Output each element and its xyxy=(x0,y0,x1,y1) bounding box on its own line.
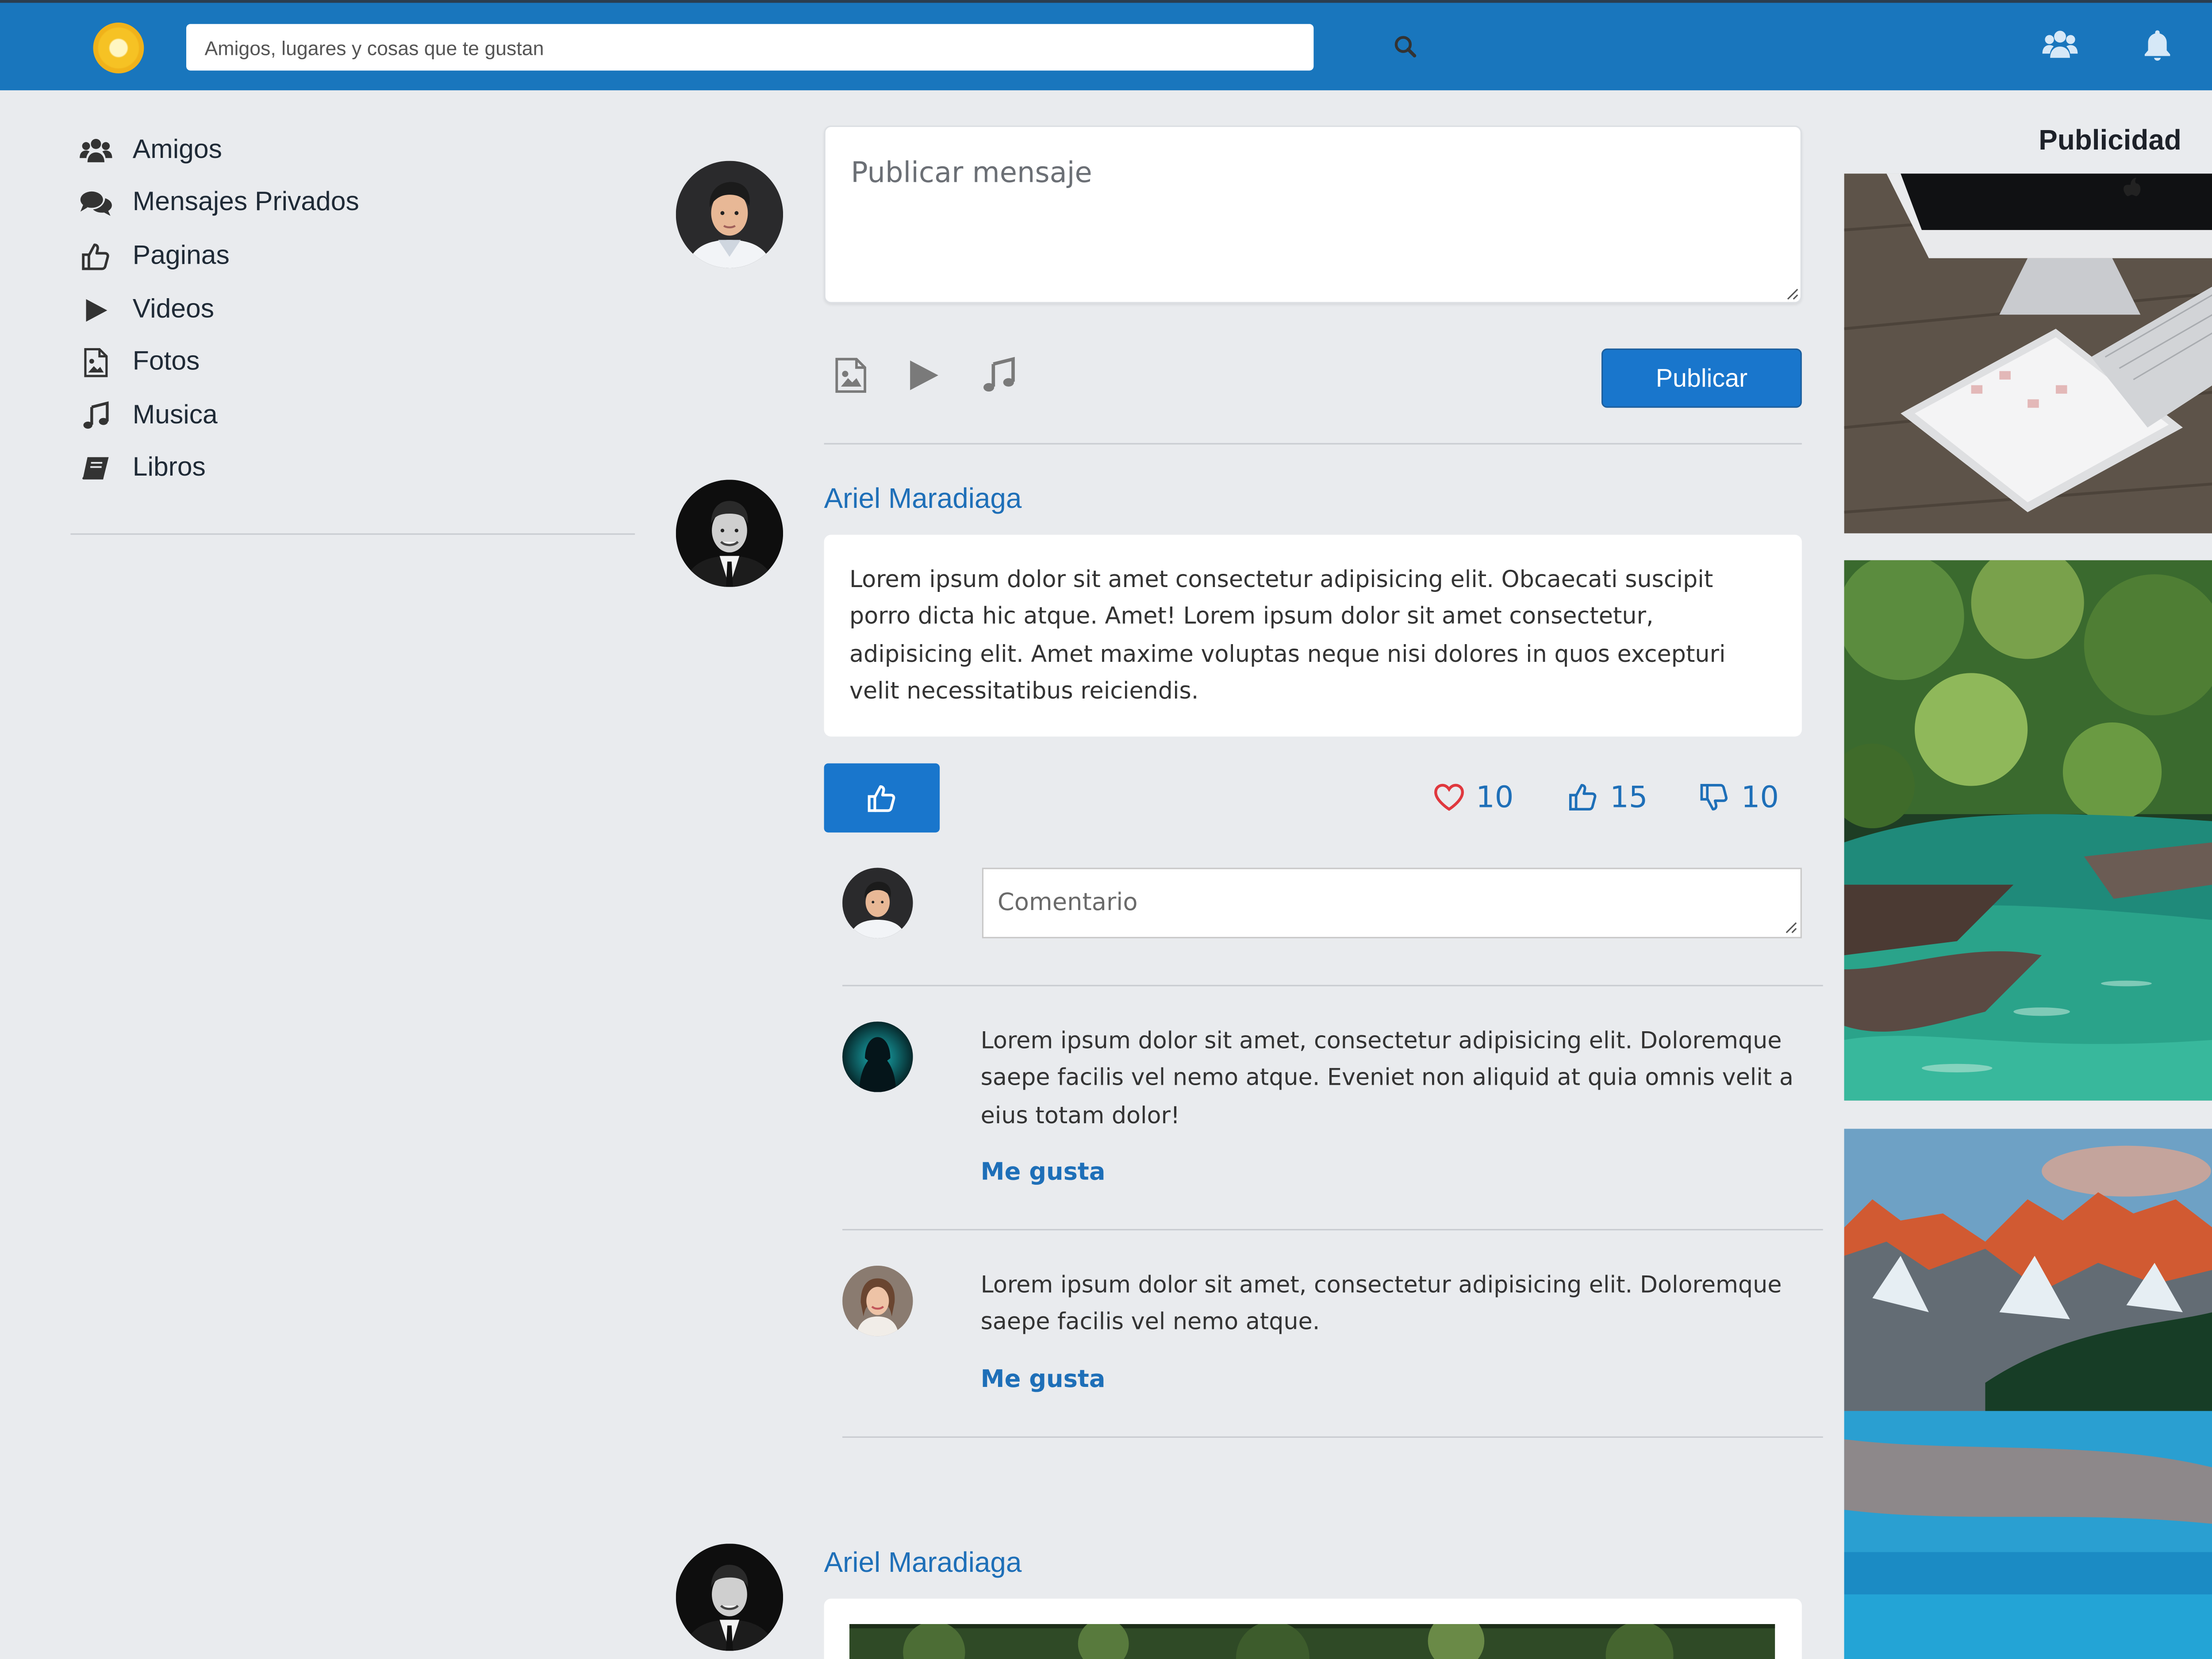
like-count[interactable]: 15 xyxy=(1567,780,1647,814)
sidebar-item-label: Amigos xyxy=(132,135,222,165)
search-icon[interactable] xyxy=(1393,34,1418,59)
comment-divider xyxy=(842,985,1823,987)
ads-title: Publicidad xyxy=(2039,125,2181,157)
comments-icon xyxy=(79,190,113,218)
ad-image-river[interactable] xyxy=(1844,560,2212,1101)
sidebar-item-label: Paginas xyxy=(132,241,230,271)
bell-icon[interactable] xyxy=(2142,28,2173,62)
logo[interactable] xyxy=(93,23,144,73)
comment-input[interactable] xyxy=(982,868,1802,938)
add-video-icon[interactable] xyxy=(904,356,944,395)
comment-author-avatar[interactable] xyxy=(842,1022,913,1092)
add-photo-icon[interactable] xyxy=(831,356,871,395)
ad-image-mountain-lake[interactable] xyxy=(1844,1129,2212,1659)
post-composer-input[interactable] xyxy=(824,125,1802,303)
comment-divider xyxy=(842,1436,1823,1438)
post-content xyxy=(824,1598,1802,1659)
sidebar-divider xyxy=(70,533,635,535)
sidebar-item-label: Mensajes Privados xyxy=(132,188,359,218)
sidebar-item-musica[interactable]: Musica xyxy=(70,389,635,442)
like-post-button[interactable] xyxy=(824,763,940,833)
friends-icon[interactable] xyxy=(2042,28,2078,62)
post-content: Lorem ipsum dolor sit amet consectetur a… xyxy=(824,534,1802,737)
add-music-icon[interactable] xyxy=(979,356,1018,395)
sidebar-item-libros[interactable]: Libros xyxy=(70,442,635,495)
comment-divider xyxy=(842,1229,1823,1231)
like-count-value: 15 xyxy=(1610,780,1648,814)
thumbs-down-icon xyxy=(1700,784,1728,810)
post-author-avatar[interactable] xyxy=(676,480,783,587)
thumbs-up-icon xyxy=(1569,784,1597,810)
sidebar-item-videos[interactable]: Videos xyxy=(70,283,635,336)
sidebar-item-label: Videos xyxy=(132,294,215,324)
sidebar-item-label: Fotos xyxy=(132,347,200,377)
comment-author-avatar[interactable] xyxy=(842,1265,913,1336)
post-author-avatar[interactable] xyxy=(676,1544,783,1651)
composer-divider xyxy=(824,443,1802,445)
sidebar-item-mensajes-privados[interactable]: Mensajes Privados xyxy=(70,177,635,230)
comment-like-link[interactable]: Me gusta xyxy=(981,1158,1106,1187)
resize-handle-icon[interactable] xyxy=(1783,920,1797,934)
sidebar-item-fotos[interactable]: Fotos xyxy=(70,336,635,389)
sidebar-item-paginas[interactable]: Paginas xyxy=(70,230,635,283)
users-icon xyxy=(79,137,113,165)
play-icon xyxy=(79,296,113,324)
book-icon xyxy=(79,455,113,483)
thumbs-up-icon xyxy=(868,784,895,811)
comment-like-link[interactable]: Me gusta xyxy=(981,1366,1106,1394)
sidebar-item-label: Musica xyxy=(132,400,218,430)
post-author-name[interactable]: Ariel Maradiaga xyxy=(824,1548,1022,1580)
search-box xyxy=(186,24,1417,71)
post-image[interactable] xyxy=(849,1613,1775,1659)
ad-image-desk[interactable] xyxy=(1844,173,2212,534)
app-root: Amigos Mensajes Privados Paginas Videos … xyxy=(0,0,2212,1659)
current-user-avatar[interactable] xyxy=(676,161,783,268)
search-input[interactable] xyxy=(186,24,1174,71)
commenter-avatar[interactable] xyxy=(842,868,913,938)
comment-text: Lorem ipsum dolor sit amet, consectetur … xyxy=(980,1027,1793,1129)
sidebar-item-label: Libros xyxy=(132,453,206,483)
publish-button[interactable]: Publicar xyxy=(1601,348,1802,408)
resize-handle-icon[interactable] xyxy=(1785,286,1799,300)
post-text: Lorem ipsum dolor sit amet consectetur a… xyxy=(849,565,1726,704)
dislike-count-value: 10 xyxy=(1741,780,1779,814)
music-icon xyxy=(79,401,113,430)
top-bar xyxy=(0,0,2212,91)
thumbs-up-icon xyxy=(79,243,113,271)
comment-text: Lorem ipsum dolor sit amet, consectetur … xyxy=(980,1271,1782,1336)
heart-count[interactable]: 10 xyxy=(1433,780,1513,814)
left-sidebar: Amigos Mensajes Privados Paginas Videos … xyxy=(70,124,635,495)
dislike-count[interactable]: 10 xyxy=(1699,780,1779,814)
post-author-name[interactable]: Ariel Maradiaga xyxy=(824,484,1022,516)
sidebar-item-amigos[interactable]: Amigos xyxy=(70,124,635,177)
heart-count-value: 10 xyxy=(1476,780,1514,814)
heart-icon xyxy=(1434,783,1464,811)
image-file-icon xyxy=(79,348,113,378)
